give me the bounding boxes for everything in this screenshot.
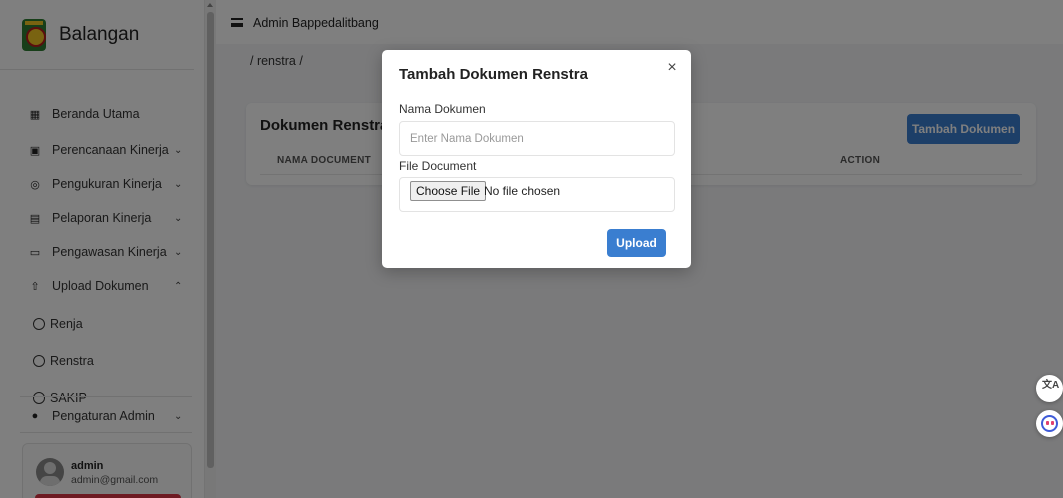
upload-button[interactable]: Upload — [607, 229, 666, 257]
nama-dokumen-label: Nama Dokumen — [399, 102, 486, 116]
nama-dokumen-input[interactable] — [399, 121, 675, 156]
file-status: No file chosen — [484, 184, 561, 198]
modal-title: Tambah Dokumen Renstra — [399, 66, 588, 83]
file-document-label: File Document — [399, 159, 477, 173]
assistant-button[interactable] — [1036, 410, 1063, 437]
assistant-icon — [1041, 415, 1058, 432]
choose-file-button[interactable]: Choose File — [410, 181, 487, 201]
file-input[interactable]: Choose File No file chosen — [399, 177, 675, 212]
close-icon[interactable]: × — [664, 60, 680, 76]
translate-button[interactable]: 文A — [1036, 375, 1063, 402]
add-document-modal: Tambah Dokumen Renstra × Nama Dokumen Fi… — [382, 50, 691, 268]
translate-icon: 文A — [1042, 380, 1060, 391]
